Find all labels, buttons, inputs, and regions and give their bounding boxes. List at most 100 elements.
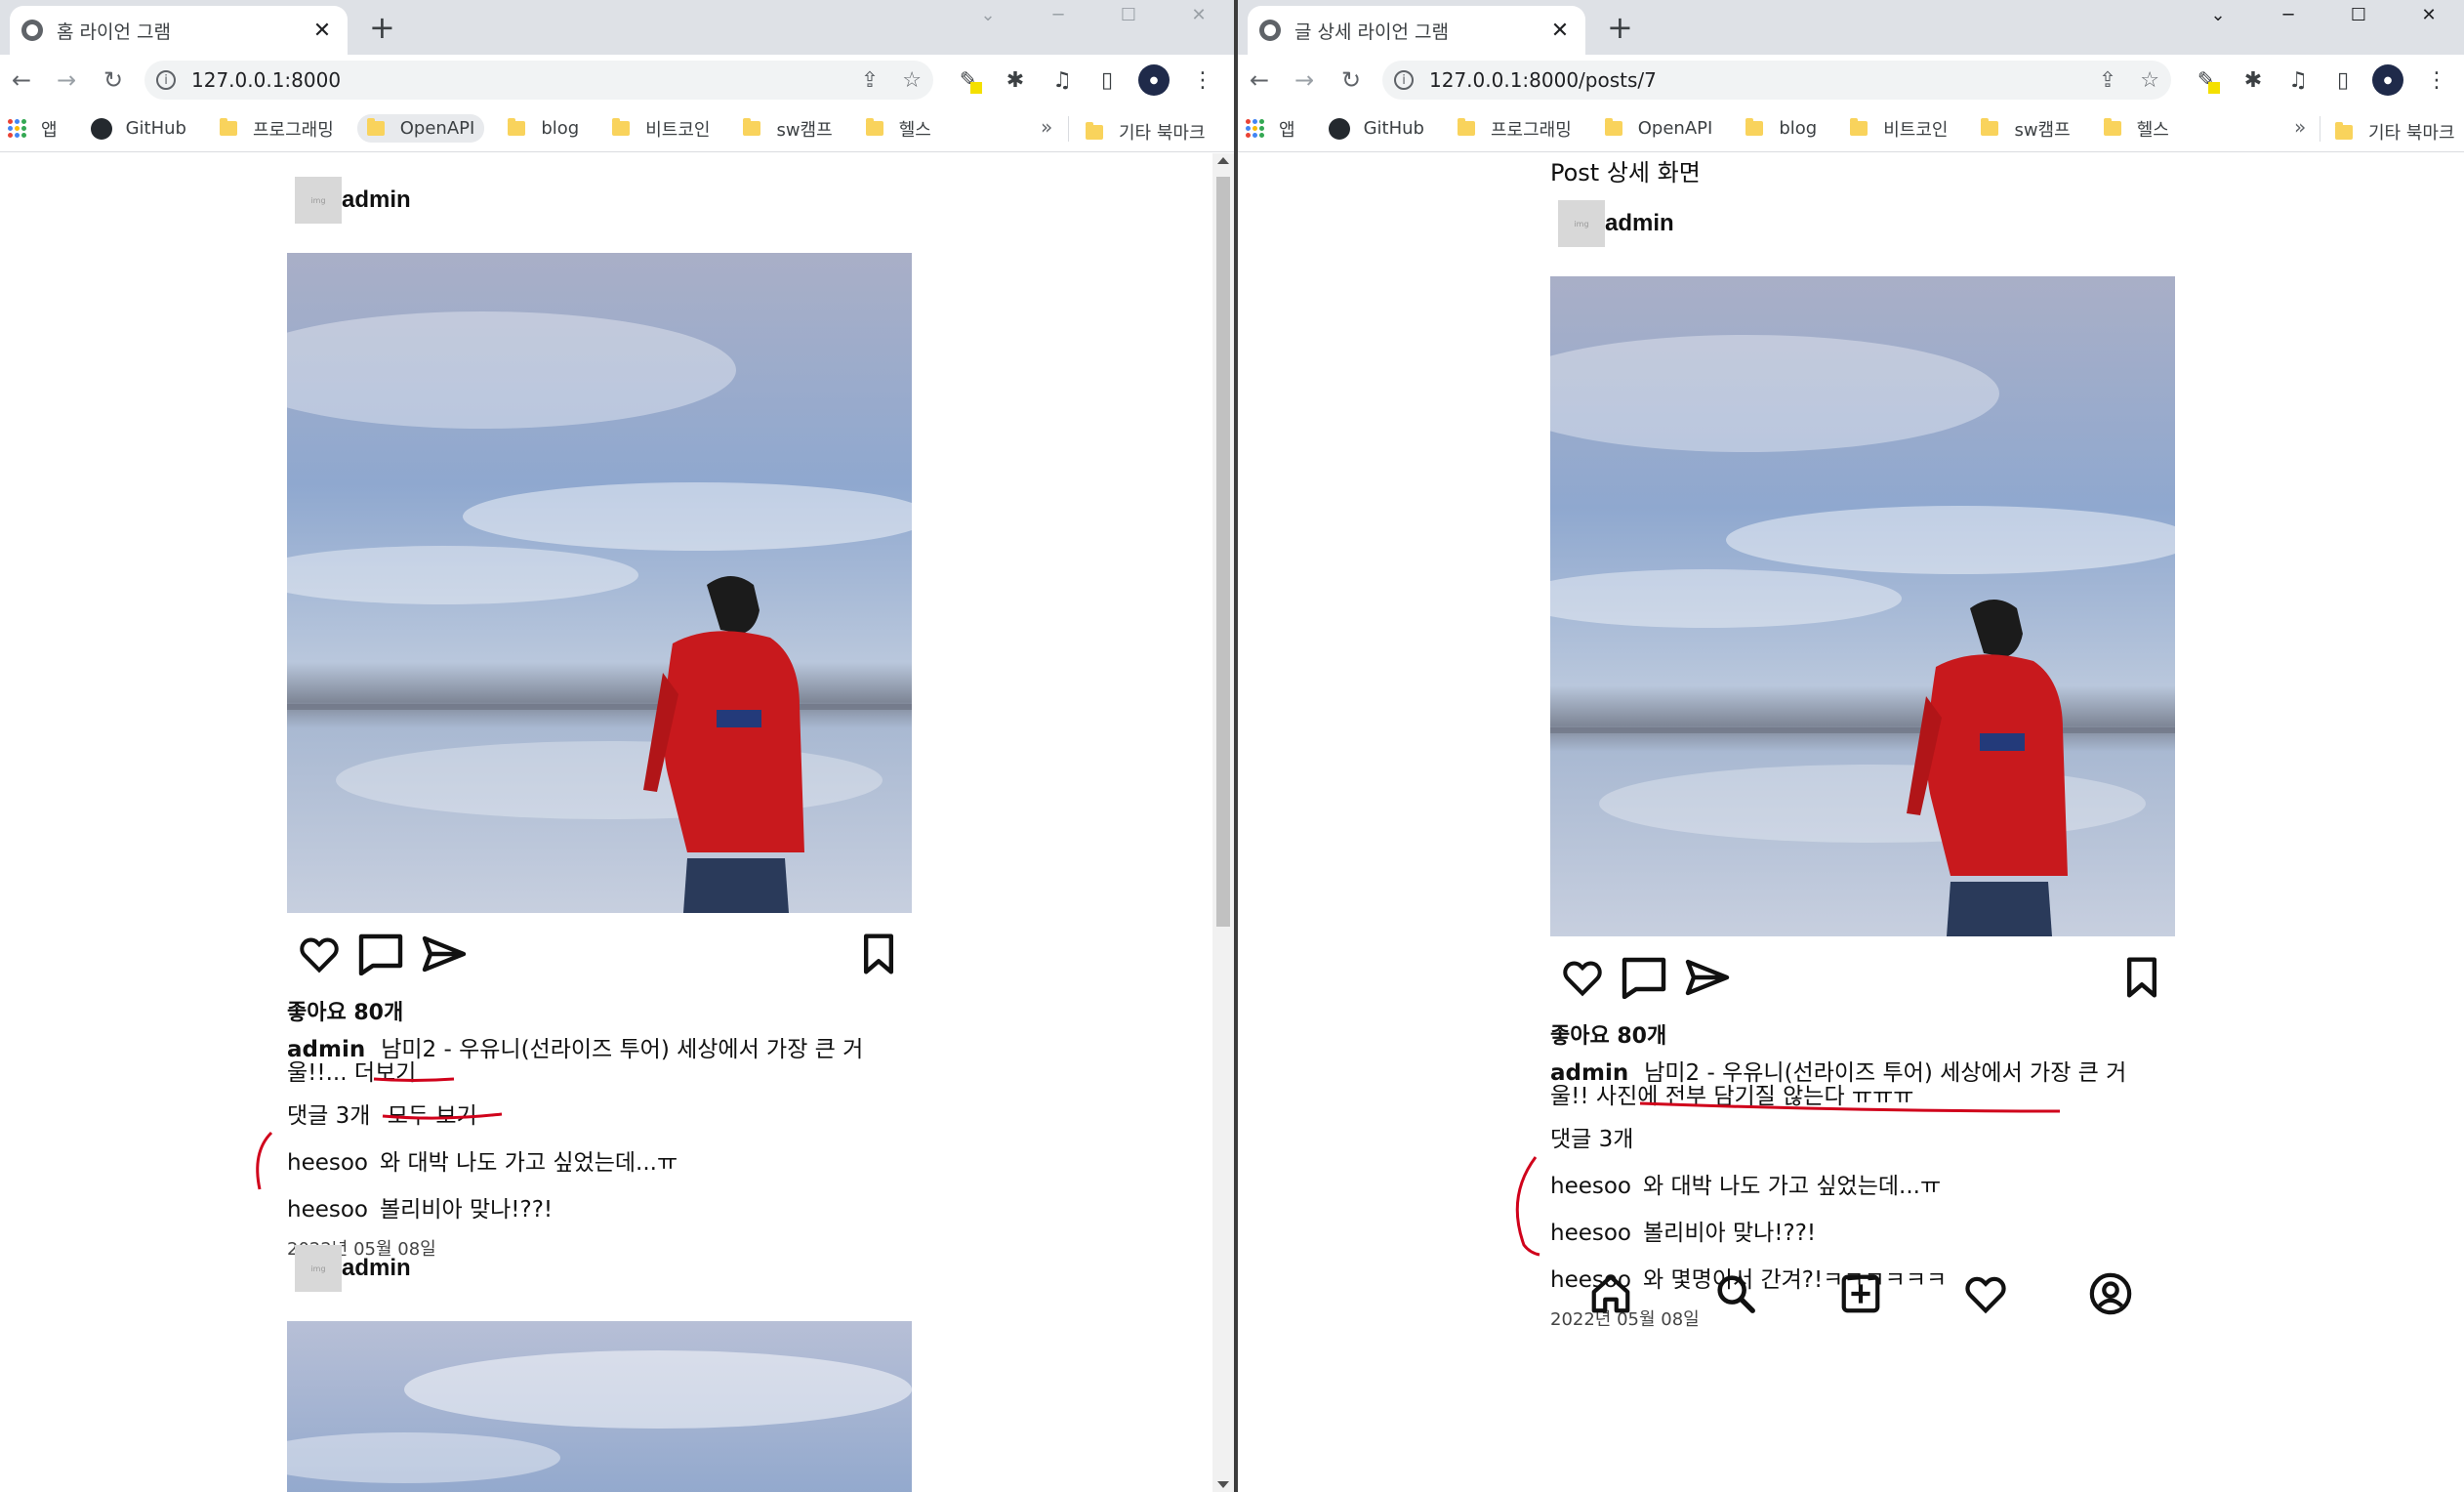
bookmark-icon[interactable] [2124, 956, 2159, 999]
bookmark-apps[interactable]: 앱 [8, 116, 58, 142]
bookmark-folder-blog[interactable]: blog [508, 118, 579, 139]
other-bookmarks[interactable]: 기타 북마크 [1086, 119, 1234, 145]
window-close-button[interactable]: ✕ [1164, 0, 1234, 29]
author-name[interactable]: admin [342, 1255, 411, 1282]
add-post-icon[interactable] [1838, 1271, 1883, 1316]
bookmark-icon[interactable] [861, 932, 896, 975]
scroll-thumb[interactable] [1216, 177, 1230, 927]
profile-avatar[interactable]: ● [1138, 64, 1170, 96]
forward-button[interactable]: → [1287, 62, 1322, 98]
bookmark-folder-swcamp[interactable]: sw캠프 [1981, 116, 2071, 142]
maximize-button[interactable]: ☐ [1093, 0, 1164, 29]
nav-profile[interactable] [2048, 1271, 2173, 1326]
menu-icon[interactable]: ⋮ [1187, 64, 1218, 96]
maximize-button[interactable]: ☐ [2323, 0, 2394, 29]
nav-search[interactable] [1673, 1271, 1798, 1326]
reload-button[interactable]: ↻ [1334, 62, 1369, 98]
post-author[interactable]: img admin [295, 177, 912, 224]
nav-add-post[interactable] [1798, 1271, 1923, 1326]
bookmark-folder-programming[interactable]: 프로그래밍 [219, 116, 334, 142]
site-info-icon[interactable]: i [156, 70, 176, 90]
pen-extension-icon[interactable]: ✎ [953, 64, 984, 96]
bookmarks-overflow-button[interactable]: » [1041, 115, 1052, 139]
media-control-icon[interactable]: ♫ [2282, 64, 2314, 96]
address-bar[interactable]: i 127.0.0.1:8000/posts/7 ⇪ ☆ [1382, 61, 2171, 100]
post-author[interactable]: img admin [1558, 200, 2175, 247]
url-text[interactable]: 127.0.0.1:8000/posts/7 [1429, 68, 2075, 92]
bookmark-folder-health[interactable]: 헬스 [2103, 116, 2169, 142]
heart-icon[interactable] [297, 932, 342, 975]
url-text[interactable]: 127.0.0.1:8000 [191, 68, 838, 92]
close-tab-icon[interactable]: ✕ [1546, 19, 1574, 43]
tab-search-icon[interactable]: ⌄ [953, 0, 1023, 29]
bookmark-folder-programming[interactable]: 프로그래밍 [1457, 116, 1572, 142]
profile-icon[interactable] [2088, 1271, 2133, 1316]
extensions-icon[interactable]: ✱ [1000, 64, 1031, 96]
close-tab-icon[interactable]: ✕ [308, 19, 336, 43]
comment-user[interactable]: heesoo [287, 1197, 368, 1223]
bookmark-github[interactable]: GitHub [90, 117, 186, 140]
menu-icon[interactable]: ⋮ [2421, 64, 2452, 96]
scroll-up-arrow[interactable] [1217, 157, 1229, 164]
side-panel-icon[interactable]: ▯ [2327, 64, 2359, 96]
home-icon[interactable] [1588, 1271, 1633, 1316]
bookmark-folder-bitcoin[interactable]: 비트코인 [1850, 116, 1948, 142]
bookmarks-overflow-button[interactable]: » [2294, 115, 2306, 139]
scroll-down-arrow[interactable] [1217, 1481, 1229, 1488]
page-scrollbar[interactable] [1212, 153, 1234, 1492]
new-tab-button[interactable]: + [369, 10, 395, 45]
bookmark-folder-openapi[interactable]: OpenAPI [1604, 118, 1712, 139]
other-bookmarks[interactable]: 기타 북마크 [2335, 119, 2464, 145]
tab-search-icon[interactable]: ⌄ [2183, 0, 2253, 29]
heart-icon[interactable] [1560, 956, 1605, 999]
site-info-icon[interactable]: i [1394, 70, 1414, 90]
caption-author[interactable]: admin [1550, 1060, 1628, 1086]
pen-extension-icon[interactable]: ✎ [2191, 64, 2222, 96]
address-bar[interactable]: i 127.0.0.1:8000 ⇪ ☆ [144, 61, 933, 100]
bookmark-folder-health[interactable]: 헬스 [865, 116, 931, 142]
bookmark-github[interactable]: GitHub [1328, 117, 1424, 140]
comment-user[interactable]: heesoo [287, 1150, 368, 1176]
comment-user[interactable]: heesoo [1550, 1221, 1631, 1246]
extensions-icon[interactable]: ✱ [2238, 64, 2269, 96]
media-control-icon[interactable]: ♫ [1047, 64, 1078, 96]
bookmark-folder-blog[interactable]: blog [1745, 118, 1817, 139]
side-panel-icon[interactable]: ▯ [1091, 64, 1123, 96]
comment-icon[interactable] [1621, 956, 1667, 999]
tab-home[interactable]: 홈 라이언 그램 ✕ [10, 6, 348, 55]
comment-user[interactable]: heesoo [1550, 1174, 1631, 1199]
bookmark-folder-bitcoin[interactable]: 비트코인 [612, 116, 710, 142]
bookmark-star-icon[interactable]: ☆ [2140, 68, 2159, 93]
bookmark-apps[interactable]: 앱 [1246, 116, 1295, 142]
bookmark-folder-swcamp[interactable]: sw캠프 [743, 116, 833, 142]
minimize-button[interactable]: ─ [1023, 0, 1093, 29]
comment-icon[interactable] [357, 932, 404, 975]
back-button[interactable]: ← [4, 62, 39, 98]
share-icon[interactable]: ⇪ [861, 68, 879, 93]
nav-home[interactable] [1548, 1271, 1673, 1326]
post-author[interactable]: img admin [295, 1245, 912, 1292]
window-close-button[interactable]: ✕ [2394, 0, 2464, 29]
nav-activity[interactable] [1923, 1271, 2048, 1326]
view-all-comments-link[interactable]: 모두 보기 [388, 1103, 477, 1129]
post-photo[interactable] [1550, 276, 2175, 936]
more-link[interactable]: 더보기 [354, 1060, 416, 1086]
profile-avatar[interactable]: ● [2372, 64, 2403, 96]
caption-author[interactable]: admin [287, 1037, 365, 1062]
minimize-button[interactable]: ─ [2253, 0, 2323, 29]
post-photo[interactable] [287, 1321, 912, 1492]
share-icon[interactable]: ⇪ [2099, 68, 2116, 93]
share-send-icon[interactable] [420, 934, 469, 974]
bookmark-folder-openapi[interactable]: OpenAPI [356, 114, 485, 143]
share-send-icon[interactable] [1683, 958, 1732, 997]
heart-icon[interactable] [1963, 1271, 2008, 1316]
bookmark-star-icon[interactable]: ☆ [902, 68, 922, 93]
reload-button[interactable]: ↻ [96, 62, 131, 98]
new-tab-button[interactable]: + [1607, 10, 1633, 45]
post-photo[interactable] [287, 253, 912, 913]
forward-button[interactable]: → [49, 62, 84, 98]
search-icon[interactable] [1713, 1271, 1758, 1316]
author-name[interactable]: admin [342, 186, 411, 214]
back-button[interactable]: ← [1242, 62, 1277, 98]
tab-post-detail[interactable]: 글 상세 라이언 그램 ✕ [1248, 6, 1585, 55]
